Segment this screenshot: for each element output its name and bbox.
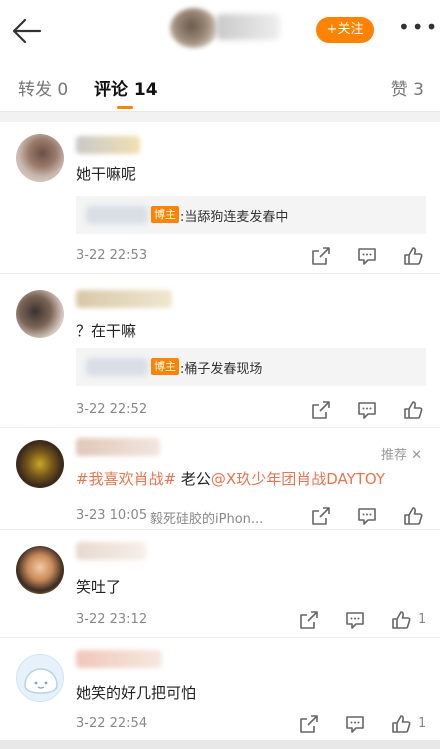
reply-name-blurred xyxy=(86,358,148,376)
author-badge: 博主 xyxy=(151,358,179,375)
thumbs-up-icon[interactable] xyxy=(390,713,412,735)
comment-item: ？在干嘛 博主 :桶子发春现场 3-22 22:52 xyxy=(0,276,440,428)
author-reply[interactable]: 博主 :桶子发春现场 xyxy=(76,348,426,386)
comment-text: ？在干嘛 xyxy=(76,322,137,340)
more-icon[interactable]: ••• xyxy=(398,17,437,40)
hashtag-link[interactable]: #我喜欢肖战# xyxy=(76,470,176,488)
author-badge: 博主 xyxy=(151,206,179,223)
share-icon[interactable] xyxy=(298,609,320,631)
thumbs-up-icon[interactable] xyxy=(402,505,424,527)
comment-icon[interactable] xyxy=(356,245,378,267)
recommend-close[interactable]: 推荐 ✕ xyxy=(381,444,422,463)
reply-name-blurred xyxy=(86,206,148,224)
commenter-name-blurred[interactable] xyxy=(76,542,146,560)
avatar[interactable] xyxy=(16,654,64,702)
comment-icon[interactable] xyxy=(356,399,378,421)
comment-time: 3-22 22:54 xyxy=(76,716,148,731)
comment-text: #我喜欢肖战# 老公@X玖少年团肖战DAYTOY xyxy=(76,468,385,489)
like-count: 1 xyxy=(418,716,427,731)
tab-comments[interactable]: 评论 14 xyxy=(94,75,158,100)
thumbs-up-icon[interactable] xyxy=(402,399,424,421)
share-icon[interactable] xyxy=(310,399,332,421)
comment-text: 她笑的好几把可怕 xyxy=(76,684,197,702)
comment-icon[interactable] xyxy=(356,505,378,527)
commenter-name-blurred[interactable] xyxy=(76,438,160,456)
avatar[interactable] xyxy=(16,290,64,338)
tab-likes[interactable]: 赞 3 xyxy=(391,75,424,100)
mention-link[interactable]: @X玖少年团肖战DAYTOY xyxy=(211,470,385,488)
reply-text: :桶子发春现场 xyxy=(180,362,263,377)
share-icon[interactable] xyxy=(298,713,320,735)
comment-time: 3-23 10:05 xyxy=(76,508,148,523)
thumbs-up-icon[interactable] xyxy=(402,245,424,267)
share-icon[interactable] xyxy=(310,245,332,267)
comment-device: 毅死硅胶的iPhon... xyxy=(150,512,264,527)
back-arrow-icon[interactable] xyxy=(10,14,44,48)
comment-text: 她干嘛呢 xyxy=(76,165,137,183)
tab-repost[interactable]: 转发 0 xyxy=(18,75,68,100)
thumbs-up-icon[interactable] xyxy=(390,609,412,631)
author-avatar[interactable] xyxy=(170,8,218,48)
commenter-name-blurred[interactable] xyxy=(76,290,172,308)
comment-text-mid: 老公 xyxy=(176,470,211,488)
comment-time: 3-22 23:12 xyxy=(76,612,148,627)
follow-button[interactable]: +关注 xyxy=(316,17,374,43)
like-count: 1 xyxy=(418,612,427,627)
tab-bar: 转发 0 评论 14 赞 3 xyxy=(0,60,440,112)
active-tab-indicator xyxy=(117,106,133,109)
share-icon[interactable] xyxy=(310,505,332,527)
comment-item: 笑吐了 3-22 23:12 1 xyxy=(0,532,440,638)
author-reply[interactable]: 博主 :当舔狗连麦发春中 xyxy=(76,196,426,234)
comment-text: 笑吐了 xyxy=(76,578,122,596)
comment-icon[interactable] xyxy=(344,609,366,631)
default-avatar-icon xyxy=(24,668,58,694)
section-divider xyxy=(0,112,440,122)
comment-icon[interactable] xyxy=(344,713,366,735)
bottom-strip xyxy=(0,740,440,749)
comment-item: 她笑的好几把可怕 3-22 22:54 1 xyxy=(0,640,440,740)
avatar[interactable] xyxy=(16,546,64,594)
comment-time: 3-22 22:53 xyxy=(76,248,148,263)
avatar[interactable] xyxy=(16,440,64,488)
commenter-name-blurred[interactable] xyxy=(76,650,162,668)
comment-item: 推荐 ✕ #我喜欢肖战# 老公@X玖少年团肖战DAYTOY 3-23 10:05… xyxy=(0,430,440,530)
top-bar: +关注 ••• xyxy=(0,0,440,60)
comment-time: 3-22 22:52 xyxy=(76,402,148,417)
commenter-name-blurred[interactable] xyxy=(76,136,140,154)
comment-item: 她干嘛呢 博主 :当舔狗连麦发春中 3-22 22:53 xyxy=(0,122,440,274)
author-name-blurred[interactable] xyxy=(216,14,280,40)
reply-text: :当舔狗连麦发春中 xyxy=(180,210,289,225)
avatar[interactable] xyxy=(16,134,64,182)
